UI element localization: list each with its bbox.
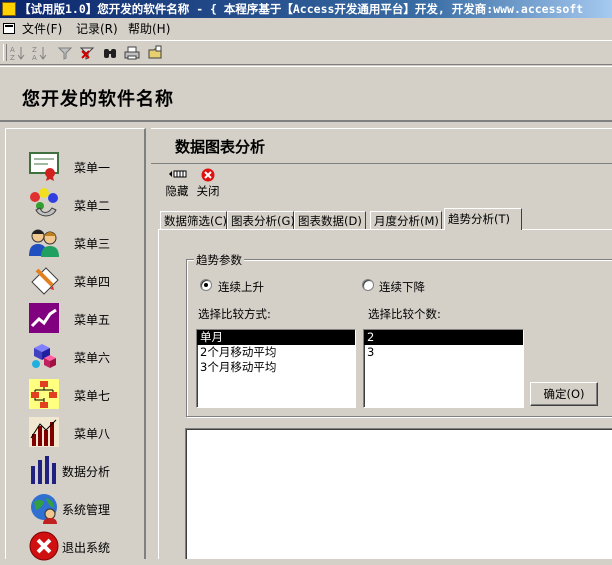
sort-ascending-icon[interactable]: AZ <box>8 43 28 62</box>
sidebar-item-menu7[interactable]: 菜单七 <box>6 375 144 413</box>
cubes-icon <box>32 344 56 368</box>
tab-chart-analysis[interactable]: 图表分析(G) <box>227 211 295 229</box>
system-menu-icon[interactable] <box>3 23 15 34</box>
filter-icon[interactable] <box>55 43 75 62</box>
hide-label: 隐藏 <box>165 184 189 198</box>
sidebar-item-label: 菜单五 <box>74 313 111 327</box>
sidebar: 菜单一 菜单二 菜单三 菜单四 菜单五 菜单六 菜单七 菜单八 数据分析 系统管… <box>5 128 146 561</box>
hide-button[interactable]: 隐藏 <box>162 168 192 198</box>
certificate-icon <box>29 152 59 181</box>
option-up-label[interactable]: 连续上升 <box>218 279 264 295</box>
sidebar-item-label: 菜单三 <box>74 237 111 251</box>
group-title: 趋势参数 <box>194 252 244 268</box>
shapes-icon <box>30 188 58 217</box>
sidebar-item-menu6[interactable]: 菜单六 <box>6 337 144 375</box>
close-icon <box>193 168 223 182</box>
remove-filter-icon[interactable] <box>77 43 97 62</box>
toolbar: AZ ZA <box>0 40 612 65</box>
svg-text:A: A <box>10 46 15 54</box>
sidebar-item-label: 菜单二 <box>74 199 111 213</box>
sidebar-item-label: 菜单六 <box>74 351 111 365</box>
people-icon <box>29 229 59 257</box>
sidebar-item-system-admin[interactable]: 系统管理 <box>6 489 144 527</box>
sidebar-item-label: 菜单四 <box>74 275 111 289</box>
svg-text:Z: Z <box>32 46 37 54</box>
bar-chart-icon <box>29 417 59 447</box>
main-header: 数据图表分析 <box>151 128 612 164</box>
tab-strip: 数据筛选(C) 图表分析(G) 图表数据(D) 月度分析(M) 趋势分析(T) <box>158 208 612 230</box>
sidebar-item-menu4[interactable]: 菜单四 <box>6 261 144 299</box>
sort-descending-icon[interactable]: ZA <box>30 43 50 62</box>
app-icon <box>2 2 16 16</box>
svg-text:Z: Z <box>10 54 15 61</box>
list-item[interactable]: 2 <box>364 330 523 345</box>
window-title: 【试用版1.0】您开发的软件名称 - { 本程序基于【Access开发通用平台】… <box>19 2 584 16</box>
list-item[interactable]: 3 <box>364 345 523 360</box>
sidebar-item-label: 系统管理 <box>62 503 111 517</box>
sidebar-item-menu8[interactable]: 菜单八 <box>6 413 144 451</box>
ok-button[interactable]: 确定(O) <box>530 382 598 406</box>
sidebar-item-exit[interactable]: 退出系统 <box>6 527 144 565</box>
menu-file[interactable]: 文件(F) <box>22 19 62 39</box>
option-down-label[interactable]: 连续下降 <box>379 279 425 295</box>
sidebar-item-label: 菜单八 <box>74 427 111 441</box>
open-folder-icon[interactable] <box>146 43 166 62</box>
menu-help[interactable]: 帮助(H) <box>128 19 170 39</box>
globe-user-icon <box>31 494 57 524</box>
count-listbox[interactable]: 2 3 <box>363 329 524 408</box>
tab-monthly-analysis[interactable]: 月度分析(M) <box>370 211 442 229</box>
radio-continuous-up[interactable] <box>200 279 212 291</box>
page-title: 数据图表分析 <box>175 138 266 156</box>
tab-data-filter[interactable]: 数据筛选(C) <box>160 211 227 229</box>
method-label: 选择比较方式: <box>198 307 271 321</box>
sidebar-item-menu2[interactable]: 菜单二 <box>6 185 144 223</box>
line-chart-icon <box>29 303 59 333</box>
sidebar-item-menu5[interactable]: 菜单五 <box>6 299 144 337</box>
chart-area <box>185 428 612 559</box>
list-item[interactable]: 3个月移动平均 <box>197 360 355 375</box>
sidebar-item-label: 菜单一 <box>74 161 111 175</box>
method-listbox[interactable]: 单月 2个月移动平均 3个月移动平均 <box>196 329 356 408</box>
radio-continuous-down[interactable] <box>362 279 374 291</box>
bars-icon <box>31 456 56 484</box>
menu-record[interactable]: 记录(R) <box>76 19 118 39</box>
find-icon[interactable] <box>100 43 120 62</box>
sidebar-item-data-analysis[interactable]: 数据分析 <box>6 451 144 489</box>
close-button[interactable]: 关闭 <box>193 168 223 198</box>
sidebar-item-label: 退出系统 <box>62 541 111 555</box>
hide-icon <box>162 168 192 181</box>
print-icon[interactable] <box>122 43 142 62</box>
window-title-bar[interactable]: 【试用版1.0】您开发的软件名称 - { 本程序基于【Access开发通用平台】… <box>0 0 612 18</box>
close-label: 关闭 <box>196 184 220 198</box>
exit-icon <box>29 531 59 561</box>
count-label: 选择比较个数: <box>368 307 441 321</box>
sidebar-item-label: 数据分析 <box>62 465 111 479</box>
org-chart-icon <box>29 379 59 409</box>
sidebar-item-menu3[interactable]: 菜单三 <box>6 223 144 261</box>
app-header: 您开发的软件名称 <box>0 66 612 122</box>
svg-text:A: A <box>32 54 37 61</box>
document-pen-icon <box>31 267 59 295</box>
list-item[interactable]: 2个月移动平均 <box>197 345 355 360</box>
toolbar-grip[interactable] <box>3 44 7 61</box>
sidebar-item-label: 菜单七 <box>74 389 111 403</box>
list-item[interactable]: 单月 <box>197 330 355 345</box>
sidebar-item-menu1[interactable]: 菜单一 <box>6 147 144 185</box>
tab-chart-data[interactable]: 图表数据(D) <box>294 211 366 229</box>
tab-trend-analysis[interactable]: 趋势分析(T) <box>444 208 522 230</box>
menu-bar: 文件(F) 记录(R) 帮助(H) <box>0 19 612 39</box>
app-name: 您开发的软件名称 <box>22 89 174 110</box>
